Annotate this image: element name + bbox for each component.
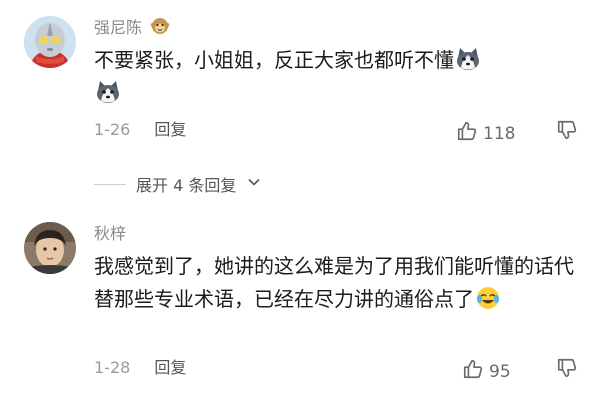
reply-button[interactable]: 回复	[154, 358, 186, 377]
dislike-button[interactable]	[556, 357, 578, 379]
laughing-tears-emoji-icon	[475, 285, 501, 311]
thumbs-up-icon	[456, 120, 478, 147]
avatar[interactable]	[24, 16, 76, 68]
chevron-down-icon	[246, 174, 262, 194]
username-text: 强尼陈	[94, 18, 143, 37]
ultraman-avatar-icon	[24, 16, 76, 68]
username[interactable]: 强尼陈	[94, 16, 170, 41]
like-count: 95	[489, 361, 511, 382]
monkey-badge-icon	[150, 16, 170, 41]
thumbs-down-icon	[556, 120, 578, 145]
user-photo-avatar-icon	[24, 222, 76, 274]
comment-meta: 1-28 回复	[94, 358, 186, 378]
comment-meta: 1-26 回复	[94, 120, 186, 140]
husky-emoji-icon	[455, 46, 481, 72]
thumbs-down-icon	[556, 358, 578, 383]
avatar[interactable]	[24, 222, 76, 274]
thumbs-up-icon	[462, 358, 484, 385]
username[interactable]: 秋梓	[94, 224, 126, 244]
expand-replies-button[interactable]: 展开 4 条回复	[94, 172, 262, 196]
divider-line	[94, 183, 126, 185]
username-text: 秋梓	[94, 224, 127, 243]
reply-button[interactable]: 回复	[154, 120, 186, 139]
comment-date: 1-28	[94, 358, 131, 377]
comment-text-body: 我感觉到了，她讲的这么难是为了用我们能听懂的话代替那些专业术语，已经在尽力讲的通…	[94, 254, 574, 311]
comment-text: 我感觉到了，她讲的这么难是为了用我们能听懂的话代替那些专业术语，已经在尽力讲的通…	[94, 250, 574, 316]
dislike-button[interactable]	[556, 119, 578, 141]
comment-date: 1-26	[94, 120, 131, 139]
like-button[interactable]: 118	[456, 120, 515, 147]
expand-replies-label: 展开 4 条回复	[136, 176, 237, 195]
comment-text: 不要紧张，小姐姐，反正大家也都听不懂	[94, 44, 574, 110]
comment-text-body: 不要紧张，小姐姐，反正大家也都听不懂	[94, 48, 454, 72]
like-count: 118	[483, 123, 516, 144]
like-button[interactable]: 95	[462, 358, 511, 385]
husky-emoji-icon	[95, 79, 121, 105]
